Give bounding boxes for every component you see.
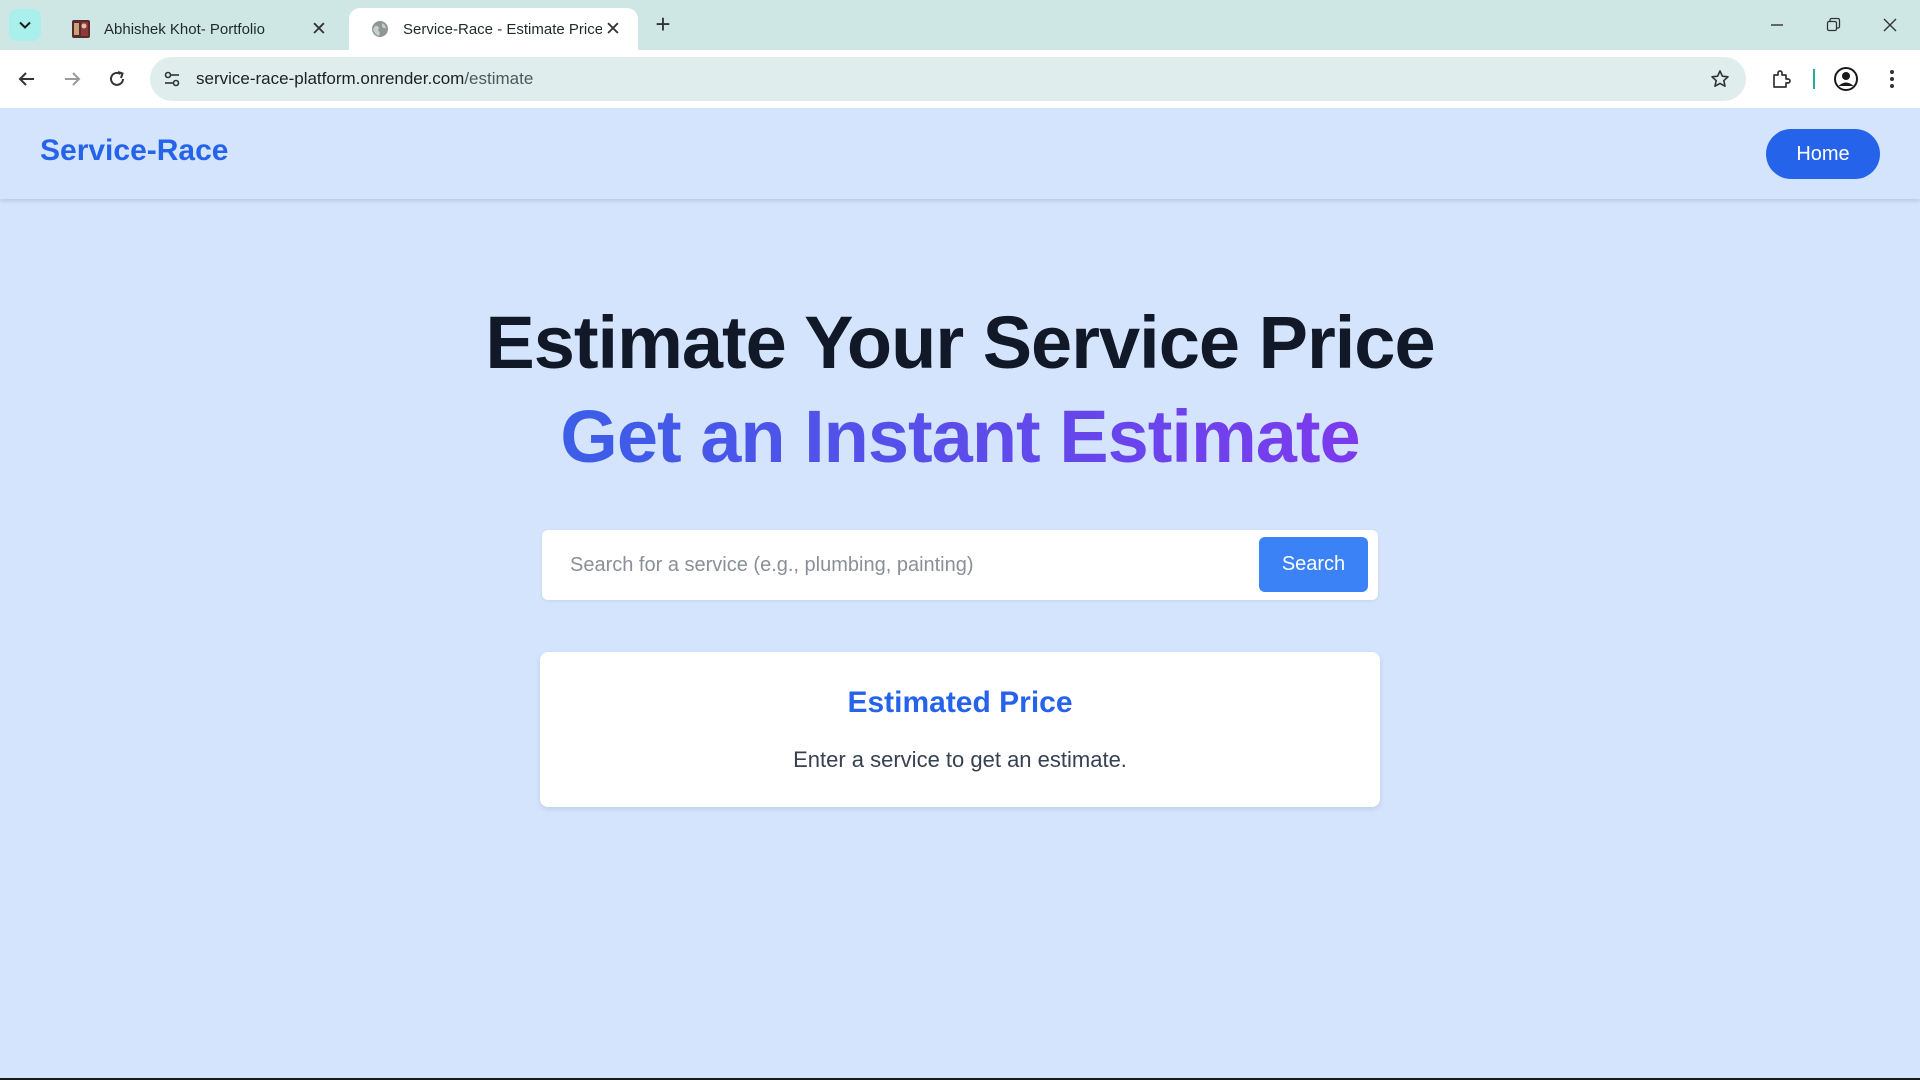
portfolio-favicon-icon <box>72 20 90 38</box>
tune-icon <box>164 71 180 87</box>
forward-button[interactable] <box>54 61 90 97</box>
browser-tab-estimate[interactable]: Service-Race - Estimate Price ✕ <box>349 8 638 50</box>
restore-window-button[interactable] <box>1813 10 1853 40</box>
brand-logo-text[interactable]: Service-Race <box>40 134 228 168</box>
back-button[interactable] <box>9 61 45 97</box>
close-tab-icon[interactable]: ✕ <box>602 18 624 40</box>
minimize-window-button[interactable] <box>1757 10 1797 40</box>
tab-search-button[interactable] <box>9 9 41 41</box>
tab-title: Abhishek Khot- Portfolio <box>104 20 265 38</box>
result-title: Estimated Price <box>847 686 1073 719</box>
browser-toolbar: service-race-platform.onrender.com/estim… <box>0 50 1920 108</box>
globe-icon <box>372 21 388 37</box>
url-path: /estimate <box>464 69 534 88</box>
browser-tabstrip: Abhishek Khot- Portfolio ✕ Service-Race … <box>0 0 1920 50</box>
result-message: Enter a service to get an estimate. <box>793 747 1127 772</box>
toolbar-divider <box>1813 69 1815 89</box>
close-tab-icon[interactable]: ✕ <box>308 18 330 40</box>
search-box: Search <box>542 530 1378 600</box>
site-header: Service-Race Home <box>0 108 1920 199</box>
tab-title: Service-Race - Estimate Price <box>403 20 602 38</box>
arrow-left-icon <box>18 72 34 86</box>
url-host: service-race-platform.onrender.com <box>196 69 465 88</box>
close-icon <box>1883 18 1897 32</box>
hero-subtitle: Get an Instant Estimate <box>0 394 1920 479</box>
browser-tab-portfolio[interactable]: Abhishek Khot- Portfolio ✕ <box>50 8 344 50</box>
reload-button[interactable] <box>99 61 135 97</box>
more-vert-icon <box>1890 70 1894 88</box>
hero-subtitle-text: Get an Instant Estimate <box>560 395 1360 478</box>
service-search-input[interactable] <box>550 538 1248 592</box>
arrow-right-icon <box>65 72 81 86</box>
search-button[interactable]: Search <box>1259 537 1368 592</box>
puzzle-icon <box>1773 70 1791 88</box>
chevron-down-icon <box>19 21 31 29</box>
hero-title: Estimate Your Service Price <box>485 301 1435 384</box>
star-icon <box>1711 70 1729 87</box>
estimate-result-card: Estimated Price Enter a service to get a… <box>540 652 1380 807</box>
restore-icon <box>1826 17 1841 32</box>
site-info-button[interactable] <box>152 59 192 99</box>
extensions-button[interactable] <box>1765 63 1797 95</box>
minimize-icon <box>1771 24 1783 26</box>
home-button[interactable]: Home <box>1766 129 1880 179</box>
close-window-button[interactable] <box>1870 10 1910 40</box>
new-tab-button[interactable]: + <box>650 11 676 38</box>
address-bar[interactable]: service-race-platform.onrender.com/estim… <box>150 57 1746 101</box>
browser-menu-button[interactable] <box>1876 63 1908 95</box>
url-text: service-race-platform.onrender.com/estim… <box>196 69 533 89</box>
reload-icon <box>110 71 124 86</box>
bookmark-button[interactable] <box>1706 65 1734 93</box>
account-icon <box>1834 67 1858 91</box>
page-content: Service-Race Home Estimate Your Service … <box>0 108 1920 1078</box>
profile-button[interactable] <box>1830 63 1862 95</box>
